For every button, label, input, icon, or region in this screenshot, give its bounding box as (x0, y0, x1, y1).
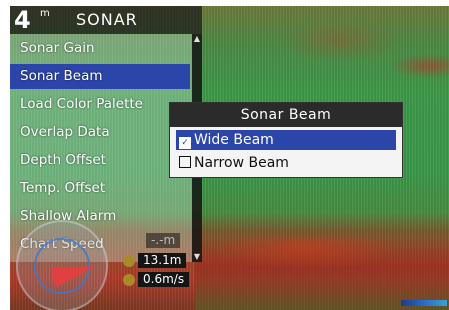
menu-item-sonar-beam[interactable]: Sonar Beam (10, 64, 190, 89)
sonar-mode-icon: 4 (14, 6, 31, 34)
compass-dial (16, 220, 108, 310)
dialog-title: Sonar Beam (170, 103, 402, 127)
sonar-beam-dialog: Sonar Beam ✓ Wide Beam Narrow Beam (169, 102, 403, 178)
color-scale-strip (401, 300, 447, 306)
title-bar: 4 m SONAR (10, 6, 202, 34)
depth-placeholder-readout: -.-m (146, 233, 181, 248)
menu-item-shallow-alarm[interactable]: Shallow Alarm (10, 204, 190, 229)
option-narrow-beam[interactable]: Narrow Beam (176, 153, 396, 173)
depth-unit-label: m (40, 8, 50, 19)
menu-item-depth-offset[interactable]: Depth Offset (10, 148, 190, 173)
scroll-down-icon[interactable]: ▼ (192, 252, 202, 262)
option-wide-beam[interactable]: ✓ Wide Beam (176, 130, 396, 150)
menu-item-load-color-palette[interactable]: Load Color Palette (10, 92, 190, 117)
speed-icon (123, 274, 135, 286)
scroll-up-icon[interactable]: ▲ (192, 34, 202, 44)
depth-readout: 13.1m (138, 253, 187, 268)
menu-item-overlap-data[interactable]: Overlap Data (10, 120, 190, 145)
menu-item-temp-offset[interactable]: Temp. Offset (10, 176, 190, 201)
option-label: Narrow Beam (194, 155, 289, 171)
page-title: SONAR (76, 10, 138, 29)
option-label: Wide Beam (194, 132, 274, 148)
checkbox-unchecked-icon[interactable] (179, 156, 191, 168)
depth-icon (123, 255, 135, 267)
menu-item-sonar-gain[interactable]: Sonar Gain (10, 36, 190, 61)
sonar-screen: 4 m SONAR Sonar Gain Sonar Beam Load Col… (10, 6, 449, 310)
speed-readout: 0.6m/s (138, 272, 190, 287)
checkbox-checked-icon[interactable]: ✓ (179, 137, 191, 149)
